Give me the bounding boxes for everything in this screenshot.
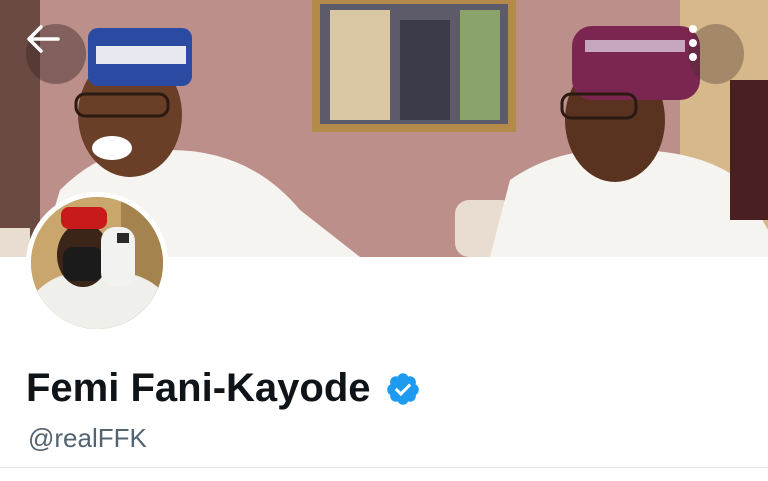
- back-button[interactable]: [26, 24, 86, 84]
- avatar-photo: [31, 197, 163, 329]
- arrow-left-icon: [27, 25, 60, 53]
- more-vertical-icon: [689, 25, 697, 61]
- profile-name-row: Femi Fani-Kayode: [26, 366, 421, 411]
- display-name: Femi Fani-Kayode: [26, 366, 371, 410]
- profile-avatar[interactable]: [26, 192, 168, 334]
- divider: [0, 467, 768, 468]
- verified-badge-icon[interactable]: [385, 371, 421, 407]
- more-options-button[interactable]: [688, 24, 744, 84]
- profile-handle: @realFFK: [28, 423, 147, 453]
